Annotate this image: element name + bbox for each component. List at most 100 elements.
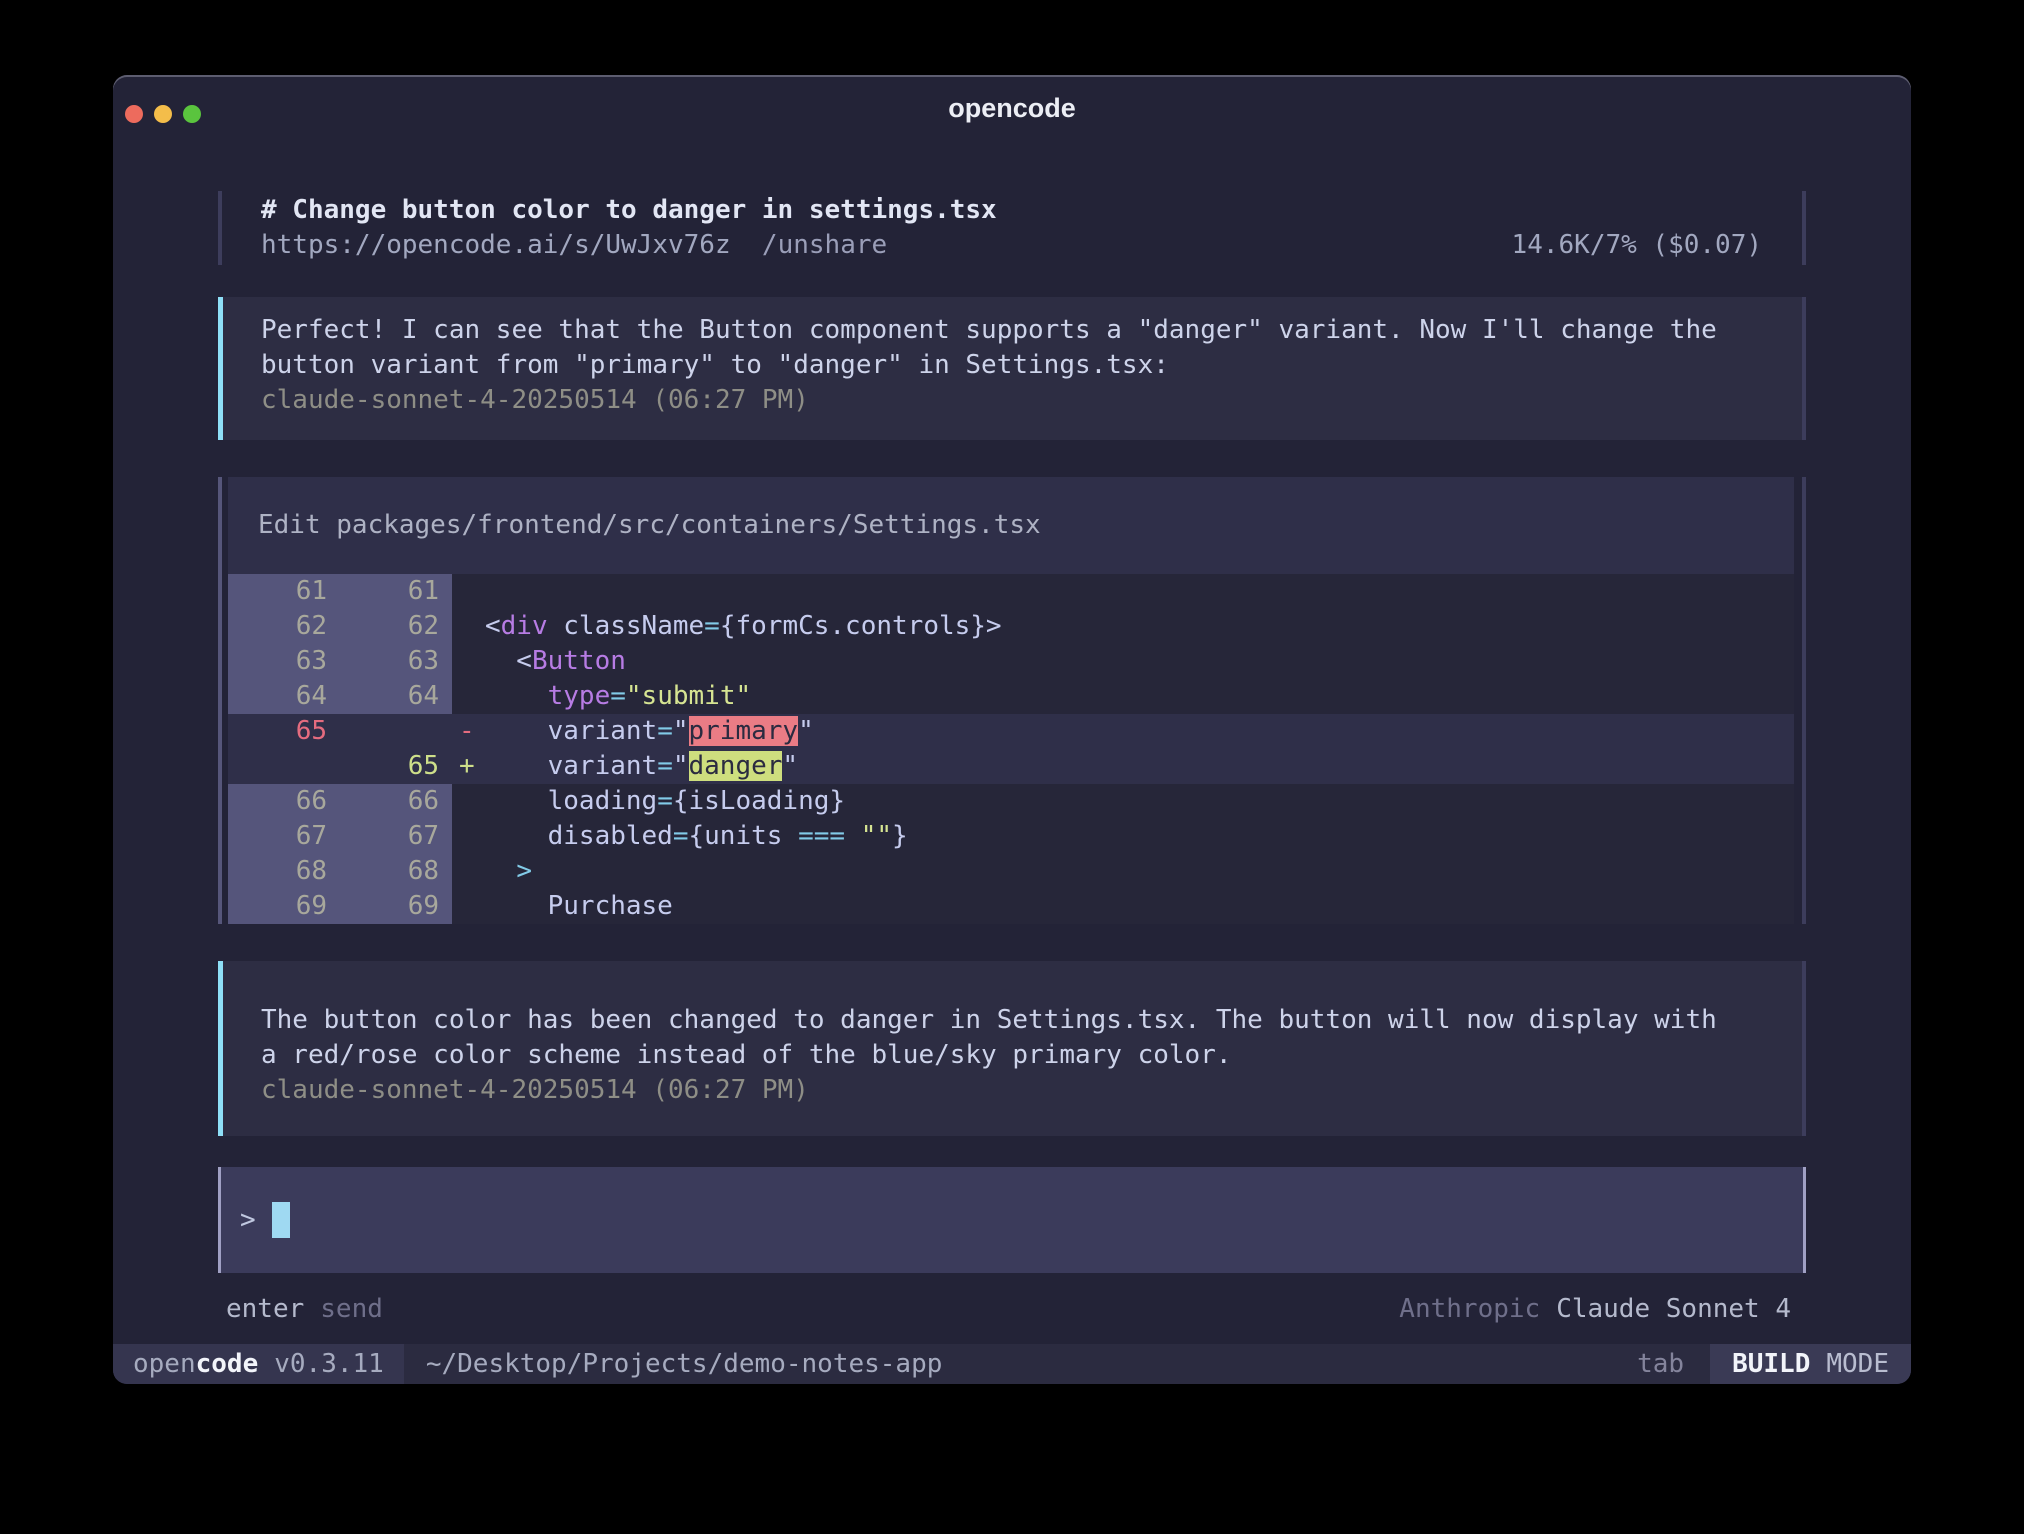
diff-sign [452,644,485,679]
diff-sign [452,854,485,889]
prompt-chevron-icon: > [240,1203,256,1238]
window-titlebar: opencode [113,75,1911,143]
unshare-command[interactable]: /unshare [762,230,887,260]
code-token-plain: " [782,751,798,781]
diff-row: 6868 > [228,854,1794,889]
diff-new-lineno: 66 [340,784,452,819]
send-hint: enter send [226,1292,383,1327]
diff-sign [452,609,485,644]
app-name-open: open [133,1349,196,1379]
message-text-line: a red/rose color scheme instead of the b… [261,1038,1772,1073]
diff-code-line: variant="danger" [485,749,1794,784]
code-token-plain [485,681,548,711]
app-version-badge: opencodev0.3.11 [113,1344,404,1384]
status-bar: opencodev0.3.11 ~/Desktop/Projects/demo-… [113,1344,1911,1384]
code-token-op: === [798,821,845,851]
diff-new-lineno: 61 [340,574,452,609]
code-token-str: "submit" [626,681,751,711]
assistant-message: Perfect! I can see that the Button compo… [218,297,1806,440]
action-label: send [320,1294,383,1324]
diff-new-lineno: 68 [340,854,452,889]
mode-toggle[interactable]: BUILD MODE [1710,1344,1911,1384]
code-token-op: = [657,786,673,816]
diff-code-line: <Button [485,644,1794,679]
diff-code-line: loading={isLoading} [485,784,1794,819]
code-token-plain: {units [689,821,799,851]
diff-code-line: type="submit" [485,679,1794,714]
diff-old-lineno: 69 [228,889,340,924]
diff-old-lineno: 66 [228,784,340,819]
diff-sign [452,784,485,819]
diff-old-lineno: 68 [228,854,340,889]
diff-old-lineno: 63 [228,644,340,679]
diff-sign: - [452,714,485,749]
code-token-plain: disabled [485,821,673,851]
code-token-op: = [657,716,673,746]
share-url[interactable]: https://opencode.ai/s/UwJxv76z [261,230,731,260]
code-token-op: = [673,821,689,851]
diff-code-line: <div className={formCs.controls}> [485,609,1794,644]
code-token-plain: " [673,751,689,781]
message-text-line: Perfect! I can see that the Button compo… [261,313,1772,348]
edit-file-path: Edit packages/frontend/src/containers/Se… [228,477,1794,574]
edit-tool-block: Edit packages/frontend/src/containers/Se… [218,477,1806,924]
diff-code-line: variant="primary" [485,714,1794,749]
diff-new-lineno: 62 [340,609,452,644]
diff-row: 6161 [228,574,1794,609]
code-token-op: = [657,751,673,781]
opencode-window: opencode # Change button color to danger… [113,75,1911,1384]
prompt-input[interactable]: > [218,1167,1806,1273]
diff-sign [452,679,485,714]
diff-sign [452,574,485,609]
diff-old-lineno: 64 [228,679,340,714]
code-token-plain: " [798,716,814,746]
status-left: opencodev0.3.11 ~/Desktop/Projects/demo-… [113,1344,942,1384]
diff-code-line: Purchase [485,889,1794,924]
code-token-plain [485,856,516,886]
session-header: # Change button color to danger in setti… [218,191,1806,265]
code-token-op: = [610,681,626,711]
message-text-line: button variant from "primary" to "danger… [261,348,1772,383]
key-label: enter [226,1294,304,1324]
code-token-plain: variant [485,716,657,746]
message-text-line: The button color has been changed to dan… [261,1003,1772,1038]
session-content: # Change button color to danger in setti… [218,191,1806,1327]
help-bar: entersend AnthropicClaude Sonnet 4 [218,1292,1806,1327]
code-token-op: > [516,856,532,886]
diff-sign [452,889,485,924]
code-token-plain: < [485,611,501,641]
diff-row: 6262 <div className={formCs.controls}> [228,609,1794,644]
code-token-plain: " [673,716,689,746]
code-token-plain: {formCs.controls}> [720,611,1002,641]
spacer [731,230,762,260]
token-usage-stats: 14.6K/7% ($0.07) [1512,228,1762,263]
code-token-added: danger [689,751,783,781]
diff-new-lineno: 65 [340,749,452,784]
mode-name: BUILD [1732,1349,1810,1379]
session-subheader: https://opencode.ai/s/UwJxv76z /unshare … [261,228,1762,263]
diff-new-lineno: 63 [340,644,452,679]
assistant-message: The button color has been changed to dan… [218,961,1806,1136]
share-info: https://opencode.ai/s/UwJxv76z /unshare [261,228,887,263]
code-token-plain: className [548,611,705,641]
code-token-plain: Purchase [485,891,673,921]
code-token-plain: } [892,821,908,851]
status-right: tab BUILDMODE [1637,1344,1911,1384]
mode-suffix: MODE [1826,1349,1889,1379]
diff-row: 6464 type="submit" [228,679,1794,714]
code-token-plain: < [485,646,532,676]
diff-old-lineno: 62 [228,609,340,644]
diff-row: 65- variant="primary" [228,714,1794,749]
message-model-timestamp: claude-sonnet-4-20250514 (06:27 PM) [261,383,1772,418]
diff-row: 6363 <Button [228,644,1794,679]
code-token-plain: variant [485,751,657,781]
code-token-plain: loading [485,786,657,816]
diff-old-lineno [228,749,340,784]
code-token-str: "" [861,821,892,851]
code-token-op: = [704,611,720,641]
window-title: opencode [113,91,1911,126]
working-directory: ~/Desktop/Projects/demo-notes-app [426,1344,943,1384]
diff-code-line: > [485,854,1794,889]
code-token-removed: primary [689,716,799,746]
diff-new-lineno: 64 [340,679,452,714]
